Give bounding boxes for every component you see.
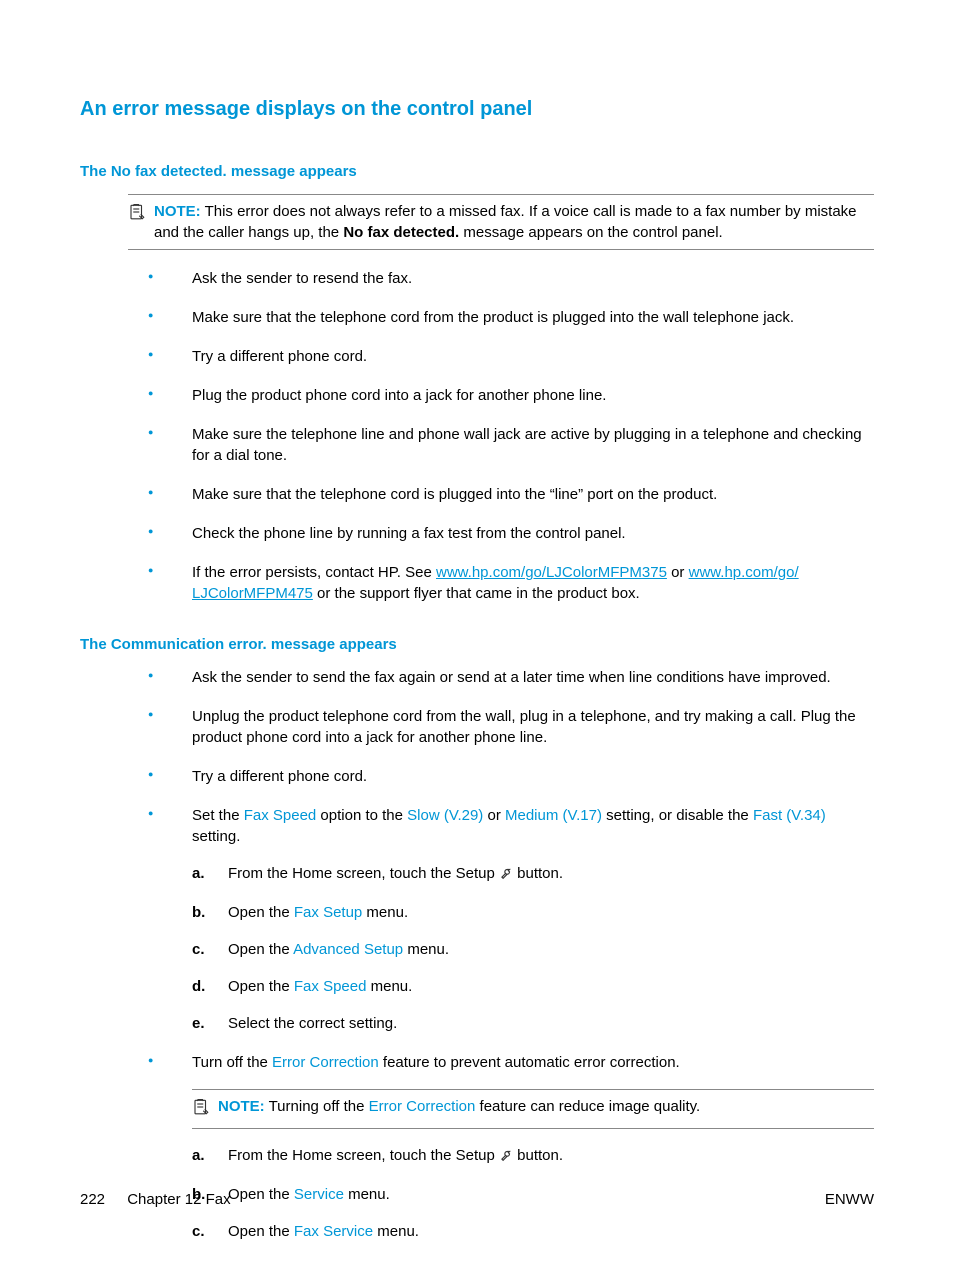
text: Open the: [228, 941, 293, 958]
note-label: NOTE:: [218, 1098, 265, 1115]
step-text: Select the correct setting.: [228, 1013, 397, 1034]
list-item: Ask the sender to resend the fax.: [148, 268, 874, 289]
step-marker: d.: [192, 976, 228, 997]
note-icon: [128, 201, 154, 227]
step-item: c. Open the Fax Service menu.: [192, 1221, 874, 1242]
step-text: Open the Fax Service menu.: [228, 1221, 419, 1242]
text: button.: [513, 865, 563, 882]
ui-term: Advanced Setup: [293, 941, 403, 958]
page-heading: An error message displays on the control…: [80, 95, 874, 123]
text: Turning off the: [269, 1098, 369, 1115]
step-text: Open the Fax Setup menu.: [228, 902, 408, 923]
ui-term: Fax Speed: [244, 807, 317, 824]
text: option to the: [316, 807, 407, 824]
step-marker: c.: [192, 1221, 228, 1242]
ui-term: Medium (V.17): [505, 807, 602, 824]
list-item: Try a different phone cord.: [148, 766, 874, 787]
step-item: d. Open the Fax Speed menu.: [192, 976, 874, 997]
footer-right: ENWW: [825, 1189, 874, 1210]
step-item: b. Open the Fax Setup menu.: [192, 902, 874, 923]
list-item: Plug the product phone cord into a jack …: [148, 385, 874, 406]
wrench-icon: [499, 1147, 513, 1168]
text: setting, or disable the: [602, 807, 753, 824]
step-item: a. From the Home screen, touch the Setup…: [192, 863, 874, 886]
list-item: Turn off the Error Correction feature to…: [148, 1052, 874, 1242]
list-item: Try a different phone cord.: [148, 346, 874, 367]
text: or: [483, 807, 505, 824]
step-text: From the Home screen, touch the Setup bu…: [228, 863, 563, 886]
text: Turn off the: [192, 1054, 272, 1071]
step-text: Open the Advanced Setup menu.: [228, 939, 449, 960]
step-marker: b.: [192, 902, 228, 923]
note-text-post: message appears on the control panel.: [459, 224, 723, 241]
text: menu.: [373, 1223, 419, 1240]
ui-term: Slow (V.29): [407, 807, 483, 824]
section1-heading: The No fax detected. message appears: [80, 161, 874, 182]
step-marker: a.: [192, 863, 228, 886]
list-item: Make sure the telephone line and phone w…: [148, 424, 874, 466]
list-item: Ask the sender to send the fax again or …: [148, 667, 874, 688]
sub-steps: a. From the Home screen, touch the Setup…: [192, 863, 874, 1034]
step-item: a. From the Home screen, touch the Setup…: [192, 1145, 874, 1168]
note-block: NOTE: Turning off the Error Correction f…: [192, 1089, 874, 1129]
text: feature can reduce image quality.: [475, 1098, 700, 1115]
chapter-label: Chapter 12 Fax: [127, 1191, 230, 1208]
footer-left: 222 Chapter 12 Fax: [80, 1189, 231, 1210]
step-item: c. Open the Advanced Setup menu.: [192, 939, 874, 960]
section2-list: Ask the sender to send the fax again or …: [148, 667, 874, 1242]
link[interactable]: www.hp.com/go/LJColorMFPM375: [436, 564, 667, 581]
list-item: Set the Fax Speed option to the Slow (V.…: [148, 805, 874, 1034]
step-marker: c.: [192, 939, 228, 960]
text: From the Home screen, touch the Setup: [228, 1147, 499, 1164]
wrench-icon: [499, 865, 513, 886]
step-text: From the Home screen, touch the Setup bu…: [228, 1145, 563, 1168]
link[interactable]: www.hp.com/go/: [689, 564, 799, 581]
page-number: 222: [80, 1191, 105, 1208]
ui-term: Fast (V.34): [753, 807, 826, 824]
list-item: If the error persists, contact HP. See w…: [148, 562, 874, 604]
text: Open the: [228, 1223, 294, 1240]
note-text: NOTE: Turning off the Error Correction f…: [218, 1096, 874, 1117]
step-text: Open the Fax Speed menu.: [228, 976, 412, 997]
page-footer: 222 Chapter 12 Fax ENWW: [80, 1189, 874, 1210]
note-block: NOTE: This error does not always refer t…: [128, 194, 874, 250]
ui-term: Error Correction: [369, 1098, 476, 1115]
text: menu.: [403, 941, 449, 958]
text: From the Home screen, touch the Setup: [228, 865, 499, 882]
list-item: Unplug the product telephone cord from t…: [148, 706, 874, 748]
text: Open the: [228, 978, 294, 995]
text: or the support flyer that came in the pr…: [313, 585, 640, 602]
document-page: An error message displays on the control…: [0, 0, 954, 1270]
step-item: e. Select the correct setting.: [192, 1013, 874, 1034]
ui-term: Fax Setup: [294, 904, 362, 921]
list-item: Check the phone line by running a fax te…: [148, 523, 874, 544]
section2-heading: The Communication error. message appears: [80, 634, 874, 655]
section1-list: Ask the sender to resend the fax. Make s…: [148, 268, 874, 604]
note-label: NOTE:: [154, 203, 201, 220]
note-text: NOTE: This error does not always refer t…: [154, 201, 874, 243]
text: button.: [513, 1147, 563, 1164]
ui-term: Fax Service: [294, 1223, 373, 1240]
ui-term: Error Correction: [272, 1054, 379, 1071]
text: Open the: [228, 904, 294, 921]
note-icon: [192, 1096, 218, 1122]
text: setting.: [192, 828, 240, 845]
text: or: [667, 564, 689, 581]
list-item: Make sure that the telephone cord is plu…: [148, 484, 874, 505]
text: feature to prevent automatic error corre…: [379, 1054, 680, 1071]
text: menu.: [362, 904, 408, 921]
text: menu.: [366, 978, 412, 995]
list-item: Make sure that the telephone cord from t…: [148, 307, 874, 328]
link[interactable]: LJColorMFPM475: [192, 585, 313, 602]
step-marker: a.: [192, 1145, 228, 1168]
text: If the error persists, contact HP. See: [192, 564, 436, 581]
text: Set the: [192, 807, 244, 824]
ui-term: Fax Speed: [294, 978, 367, 995]
note-bold-term: No fax detected.: [343, 224, 459, 241]
step-marker: e.: [192, 1013, 228, 1034]
